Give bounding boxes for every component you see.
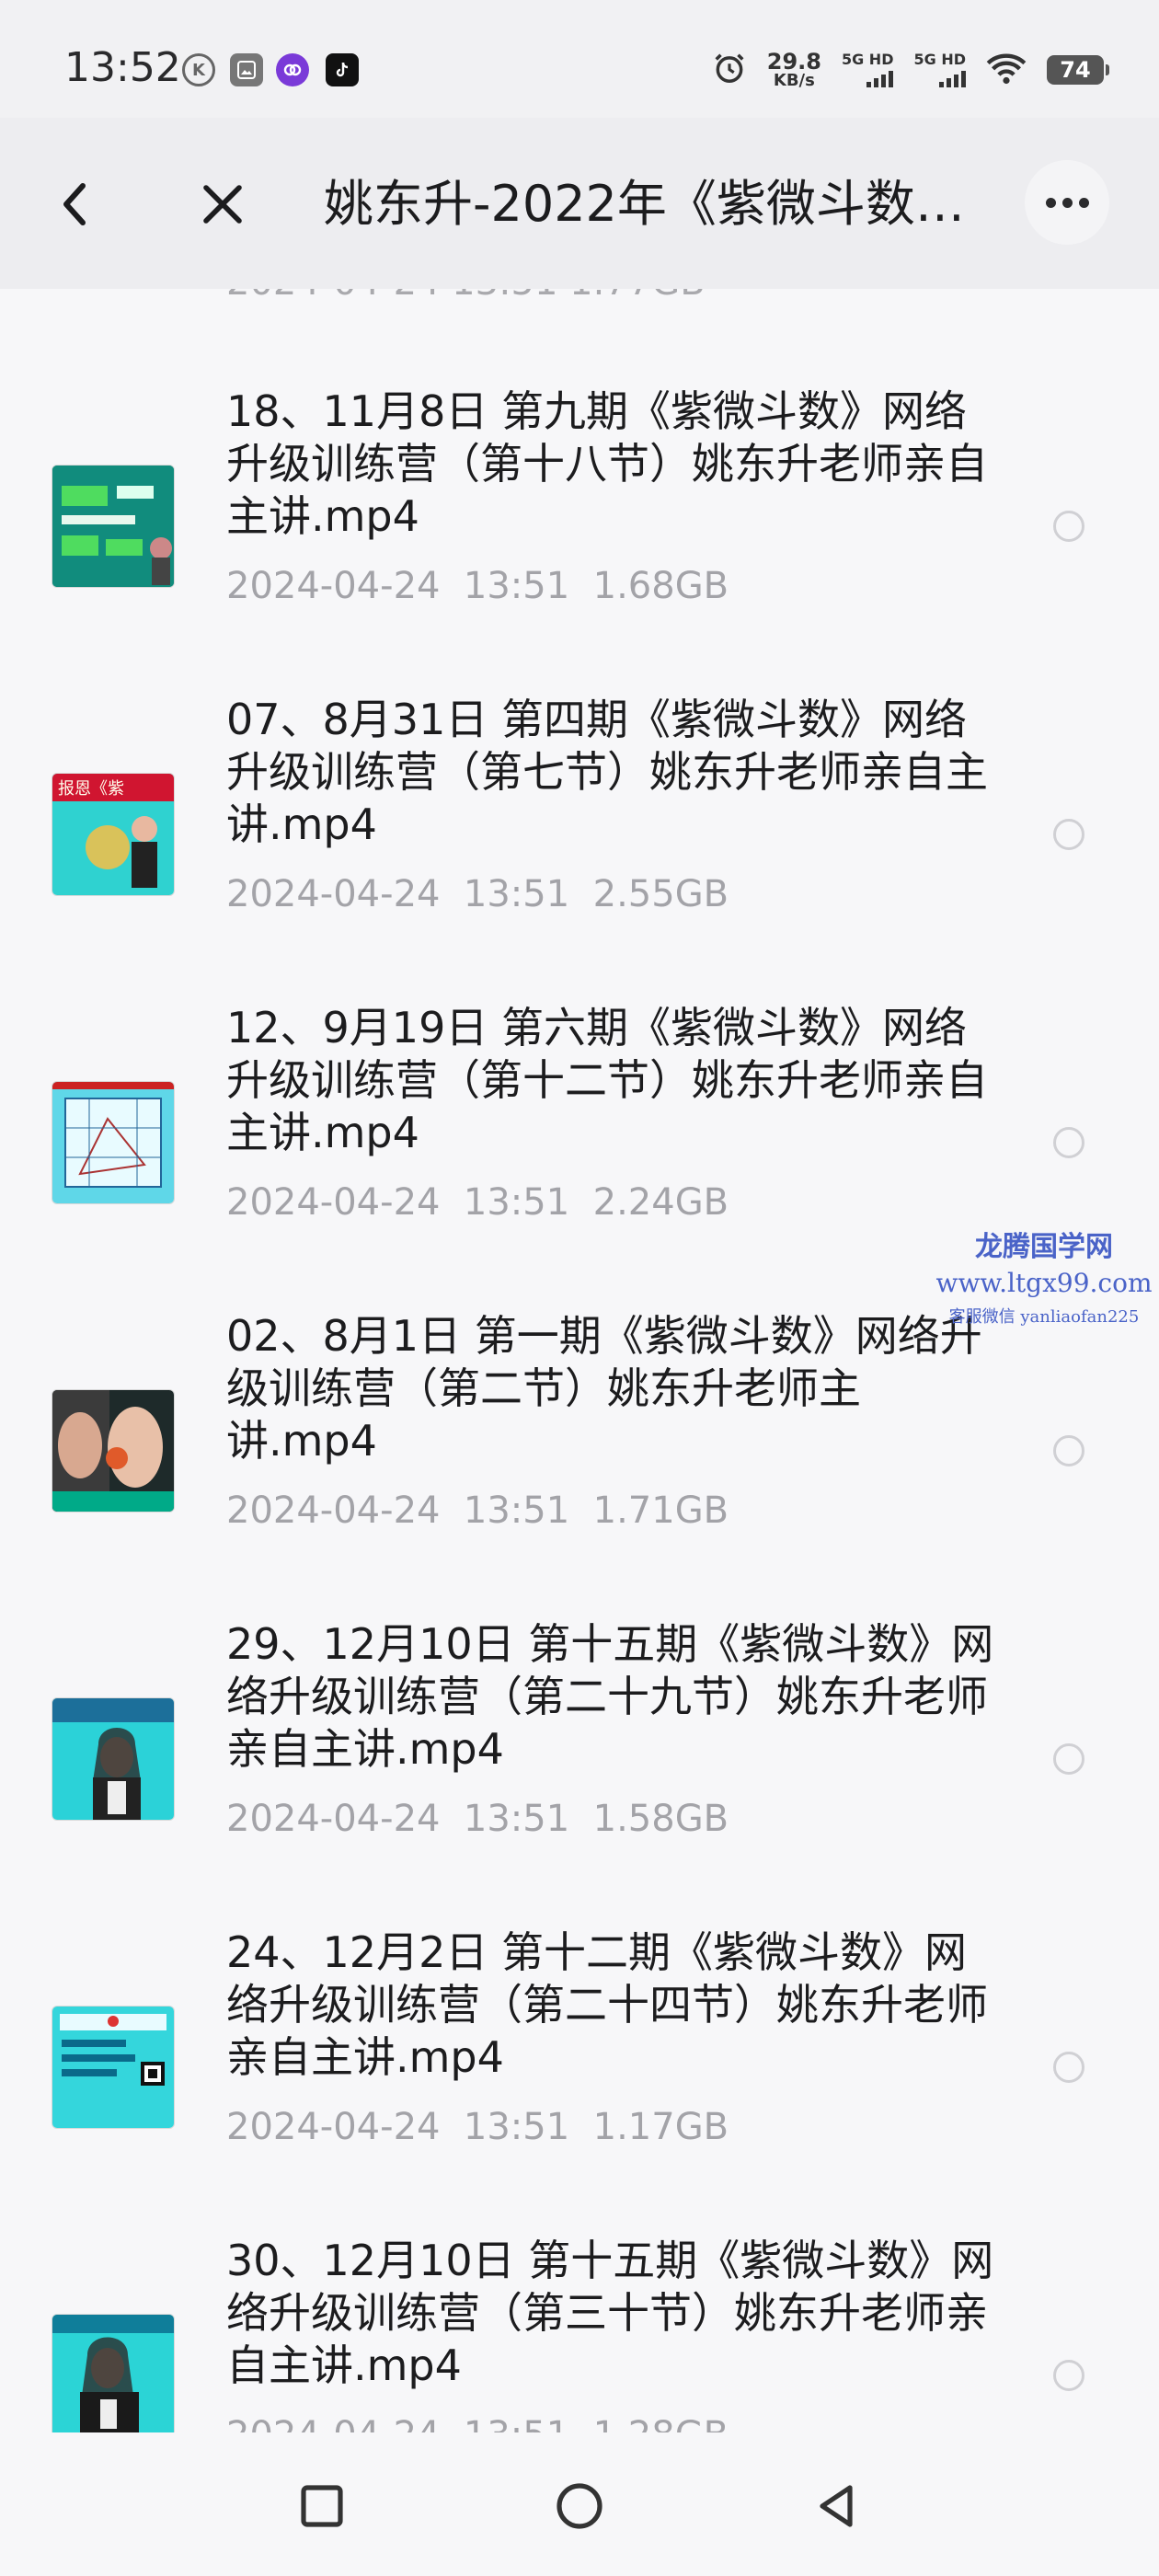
video-thumbnail	[52, 465, 175, 588]
alarm-icon	[712, 51, 747, 89]
list-item[interactable]: 30、12月10日 第十五期《紫微斗数》网络升级训练营（第三十节）姚东升老师亲自…	[0, 2235, 1159, 2432]
video-thumbnail	[52, 2006, 175, 2129]
status-bar: 13:52 K 29.8 KB/s 5G HD 5G HD 74	[0, 0, 1159, 118]
top-app-bar: 姚东升-2022年《紫微斗数…	[0, 118, 1159, 289]
list-item[interactable]: 报恩《紫 07、8月31日 第四期《紫微斗数》网络升级训练营（第七节）姚东升老师…	[0, 694, 1159, 1002]
file-name: 24、12月2日 第十二期《紫微斗数》网络升级训练营（第二十四节）姚东升老师亲自…	[226, 1927, 988, 2082]
signal-sim2-icon: 5G HD	[913, 52, 966, 87]
list-item[interactable]: 29、12月10日 第十五期《紫微斗数》网络升级训练营（第二十九节）姚东升老师亲…	[0, 1618, 1159, 1926]
more-options-button[interactable]	[1025, 160, 1109, 245]
back-button[interactable]	[35, 164, 116, 245]
video-thumbnail	[52, 1389, 175, 1512]
video-thumbnail	[52, 1697, 175, 1821]
video-thumbnail	[52, 2314, 175, 2432]
file-name: 07、8月31日 第四期《紫微斗数》网络升级训练营（第七节）姚东升老师亲自主讲.…	[226, 695, 988, 849]
net-speed: 29.8 KB/s	[766, 49, 821, 90]
k-icon: K	[182, 53, 215, 86]
file-meta: 2024-04-24 13:51 1.28GB	[226, 2414, 729, 2432]
cut-off-file-meta: 2024-04-24 13:51 1.77GB	[226, 289, 706, 304]
close-icon	[203, 185, 242, 224]
select-radio[interactable]	[1053, 1435, 1084, 1466]
home-button[interactable]	[546, 2473, 613, 2539]
select-radio[interactable]	[1053, 1743, 1084, 1775]
chevron-left-icon	[63, 183, 86, 225]
select-radio[interactable]	[1053, 511, 1084, 542]
circle-home-icon	[557, 2483, 602, 2529]
link-app-icon	[276, 53, 309, 86]
file-meta: 2024-04-24 13:51 1.17GB	[226, 2106, 729, 2148]
file-meta: 2024-04-24 13:51 2.24GB	[226, 1181, 729, 1224]
select-radio[interactable]	[1053, 819, 1084, 850]
list-item[interactable]: 18、11月8日 第九期《紫微斗数》网络升级训练营（第十八节）姚东升老师亲自主讲…	[0, 385, 1159, 694]
watermark: 龙腾国学网 www.ltgx99.com 客服微信 yanliaofan225	[935, 1231, 1153, 1327]
gallery-icon	[230, 53, 263, 86]
video-thumbnail: 报恩《紫	[52, 773, 175, 896]
file-meta: 2024-04-24 13:51 1.68GB	[226, 565, 729, 607]
more-dots-icon	[1045, 197, 1056, 208]
system-nav-bar	[0, 2432, 1159, 2576]
status-time: 13:52	[64, 44, 181, 91]
video-thumbnail	[52, 1081, 175, 1204]
nav-back-button[interactable]	[804, 2473, 870, 2539]
tiktok-icon	[326, 53, 359, 86]
file-name: 30、12月10日 第十五期《紫微斗数》网络升级训练营（第三十节）姚东升老师亲自…	[226, 2236, 994, 2390]
file-name: 29、12月10日 第十五期《紫微斗数》网络升级训练营（第二十九节）姚东升老师亲…	[226, 1619, 994, 1774]
select-radio[interactable]	[1053, 1127, 1084, 1158]
square-recent-icon	[301, 2485, 343, 2527]
list-item[interactable]: 24、12月2日 第十二期《紫微斗数》网络升级训练营（第二十四节）姚东升老师亲自…	[0, 1926, 1159, 2235]
file-name: 12、9月19日 第六期《紫微斗数》网络升级训练营（第十二节）姚东升老师亲自主讲…	[226, 1003, 988, 1157]
wifi-icon	[986, 52, 1027, 88]
file-meta: 2024-04-24 13:51 2.55GB	[226, 873, 729, 915]
svg-text:报恩《紫: 报恩《紫	[58, 779, 124, 799]
triangle-back-icon	[820, 2485, 853, 2527]
battery-icon: 74	[1047, 55, 1109, 85]
list-item[interactable]: 02、8月1日 第一期《紫微斗数》网络升级训练营（第二节）姚东升老师主讲.mp4…	[0, 1310, 1159, 1618]
close-button[interactable]	[182, 164, 263, 245]
signal-sim1-icon: 5G HD	[842, 52, 894, 87]
file-meta: 2024-04-24 13:51 1.58GB	[226, 1798, 729, 1840]
page-title: 姚东升-2022年《紫微斗数…	[324, 175, 965, 233]
file-list: 2024-04-24 13:51 1.77GB 18、11月8日 第九期《紫微斗…	[0, 289, 1159, 2432]
file-meta: 2024-04-24 13:51 1.71GB	[226, 1489, 729, 1532]
recent-apps-button[interactable]	[289, 2473, 355, 2539]
select-radio[interactable]	[1053, 2052, 1084, 2083]
file-name: 18、11月8日 第九期《紫微斗数》网络升级训练营（第十八节）姚东升老师亲自主讲…	[226, 386, 988, 541]
file-name: 02、8月1日 第一期《紫微斗数》网络升级训练营（第二节）姚东升老师主讲.mp4	[226, 1311, 982, 1466]
select-radio[interactable]	[1053, 2360, 1084, 2391]
